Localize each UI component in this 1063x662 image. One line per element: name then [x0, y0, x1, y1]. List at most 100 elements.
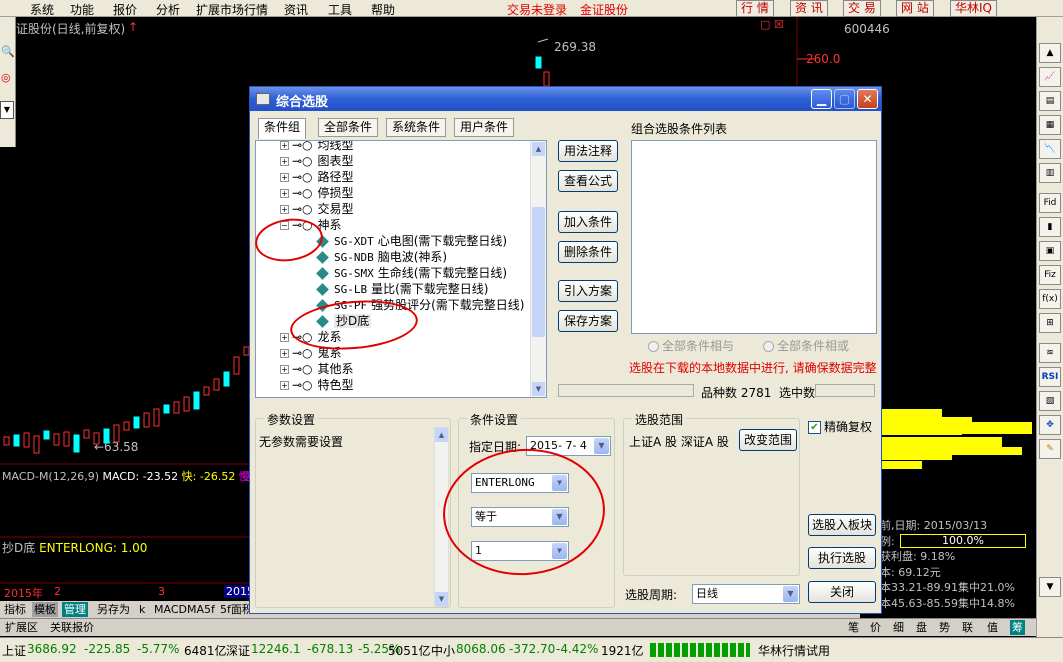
tab-ma5f[interactable]: MA5f [185, 602, 217, 617]
tab-save-as[interactable]: 另存为 [95, 602, 132, 617]
menu-quote[interactable]: 报价 [113, 1, 137, 18]
delete-condition-button[interactable]: 删除条件 [558, 241, 618, 263]
tab-iq-button[interactable]: 华林IQ [950, 0, 997, 17]
rail-rsi-button[interactable]: RSI [1039, 367, 1061, 387]
menu-tools[interactable]: 工具 [328, 1, 352, 18]
execute-button[interactable]: 执行选股 [808, 547, 876, 569]
params-scroll-down-icon[interactable]: ▼ [435, 592, 448, 606]
expand-icon[interactable]: + [280, 157, 289, 166]
scroll-up-icon[interactable]: ▲ [532, 142, 545, 156]
rail-fid-button[interactable]: Fid [1039, 193, 1061, 213]
tab-website-button[interactable]: 网 站 [896, 0, 934, 17]
expand-icon[interactable]: + [280, 173, 289, 182]
rail-table-icon[interactable]: ▥ [1039, 163, 1061, 183]
params-scroll-up-icon[interactable]: ▲ [435, 428, 448, 442]
close-button[interactable]: 关闭 [808, 581, 876, 603]
rail-chart-icon[interactable]: 📈 [1039, 67, 1061, 87]
rail-wave-icon[interactable]: ≋ [1039, 343, 1061, 363]
expand-icon[interactable]: + [280, 365, 289, 374]
tree-leaf[interactable]: SG-LB 量比(需下载完整日线) [316, 281, 489, 297]
tab-link[interactable]: 联 [960, 620, 975, 635]
rail-pin-icon[interactable]: ⊞ [1039, 313, 1061, 333]
tab-value[interactable]: 值 [985, 620, 1000, 635]
tab-stroke[interactable]: 笔 [846, 620, 861, 635]
rail-pencil-icon[interactable]: ✎ [1039, 439, 1061, 459]
rail-move-icon[interactable]: ✥ [1039, 415, 1061, 435]
date-dropdown-icon[interactable]: ▼ [594, 438, 609, 454]
tab-condition-group[interactable]: 条件组 [258, 118, 307, 139]
expand-icon[interactable]: + [280, 381, 289, 390]
tab-all-conditions[interactable]: 全部条件 [318, 118, 379, 137]
tab-expand-area[interactable]: 扩展区 [3, 620, 40, 635]
tab-manage[interactable]: 管理 [62, 602, 88, 617]
radio-and[interactable]: 全部条件相与 [648, 337, 734, 354]
expand-icon[interactable]: + [280, 205, 289, 214]
rail-frame-icon[interactable]: ▣ [1039, 241, 1061, 261]
tree-leaf[interactable]: SG-SMX 生命线(需下载完整日线) [316, 265, 507, 281]
rail-bars-icon[interactable]: ▤ [1039, 91, 1061, 111]
minimize-icon[interactable]: ▁ [811, 89, 832, 109]
tree-group[interactable]: + ⊸○ 其他系 [280, 361, 354, 377]
menu-news[interactable]: 资讯 [284, 1, 308, 18]
change-range-button[interactable]: 改变范围 [739, 429, 797, 451]
period-dropdown-icon[interactable]: ▼ [783, 586, 798, 602]
rail-line-icon[interactable]: 📉 [1039, 139, 1061, 159]
close-icon[interactable]: ✕ [857, 89, 878, 109]
save-plan-button[interactable]: 保存方案 [558, 310, 618, 332]
tree-leaf[interactable]: SG-NDB 脑电波(神系) [316, 249, 447, 265]
tab-indicator[interactable]: 指标 [2, 602, 28, 617]
menu-help[interactable]: 帮助 [371, 1, 395, 18]
tab-detail[interactable]: 细 [891, 620, 906, 635]
rail-down-arrow-icon[interactable]: ▼ [1039, 577, 1061, 597]
tab-user-conditions[interactable]: 用户条件 [454, 118, 515, 137]
tree-group[interactable]: + ⊸○ 特色型 [280, 377, 354, 393]
tab-trade-button[interactable]: 交 易 [843, 0, 881, 17]
rail-grid-icon[interactable]: ▦ [1039, 115, 1061, 135]
tab-linked-quote[interactable]: 关联报价 [48, 620, 96, 635]
expand-icon[interactable]: + [280, 189, 289, 198]
rail-up-arrow-icon[interactable]: ▲ [1039, 43, 1061, 63]
expand-icon[interactable]: + [280, 141, 289, 150]
exact-reweight-checkbox[interactable]: ✔ 精确复权 [808, 418, 872, 435]
tree-scrollbar[interactable]: ▲ ▼ [530, 141, 546, 397]
rail-image-icon[interactable]: ▧ [1039, 391, 1061, 411]
scroll-thumb[interactable] [532, 207, 545, 337]
tab-macd[interactable]: MACD [152, 602, 189, 617]
view-formula-button[interactable]: 查看公式 [558, 170, 618, 192]
tab-quote-button[interactable]: 行 情 [736, 0, 774, 17]
dialog-titlebar[interactable]: 综合选股 ▁ ▢ ✕ [250, 87, 881, 111]
rail-candle-icon[interactable]: ▮ [1039, 217, 1061, 237]
tab-trend[interactable]: 势 [937, 620, 952, 635]
menu-extended-market[interactable]: 扩展市场行情 [196, 1, 268, 18]
tree-group[interactable]: + ⊸○ 停损型 [280, 185, 354, 201]
tree-leaf[interactable]: SG-XDT 心电图(需下载完整日线) [316, 233, 507, 249]
menu-system[interactable]: 系统 [30, 1, 54, 18]
import-plan-button[interactable]: 引入方案 [558, 280, 618, 302]
tree-group[interactable]: + ⊸○ 均线型 [280, 141, 354, 153]
tab-system-conditions[interactable]: 系统条件 [386, 118, 447, 137]
tab-chips[interactable]: 筹 [1010, 620, 1025, 635]
rail-fiz-button[interactable]: Fiz [1039, 265, 1061, 285]
tab-price[interactable]: 价 [868, 620, 883, 635]
scroll-down-icon[interactable]: ▼ [532, 382, 545, 396]
expand-icon[interactable]: + [280, 333, 289, 342]
login-status[interactable]: 交易未登录 [507, 1, 567, 18]
tab-k[interactable]: k [137, 602, 147, 617]
tree-group[interactable]: + ⊸○ 图表型 [280, 153, 354, 169]
usage-notes-button[interactable]: 用法注释 [558, 140, 618, 162]
condition-list[interactable] [631, 140, 877, 334]
maximize-icon[interactable]: ▢ [834, 89, 855, 109]
tree-group[interactable]: + ⊸○ 交易型 [280, 201, 354, 217]
add-condition-button[interactable]: 加入条件 [558, 211, 618, 233]
tab-book[interactable]: 盘 [914, 620, 929, 635]
menu-function[interactable]: 功能 [70, 1, 94, 18]
add-to-board-button[interactable]: 选股入板块 [808, 514, 876, 536]
condition-tree[interactable]: + ⊸○ 均线型 + ⊸○ 图表型 + ⊸○ 路径型 + ⊸○ 停损型 + ⊸○ 交易型 − ⊸○ 神系 SG-XD… [255, 140, 547, 398]
radio-or[interactable]: 全部条件相或 [763, 337, 849, 354]
tab-template[interactable]: 模板 [32, 602, 58, 617]
period-select[interactable]: 日线 ▼ [692, 584, 800, 604]
menu-analysis[interactable]: 分析 [156, 1, 180, 18]
rail-fx-button[interactable]: f(x) [1039, 289, 1061, 309]
expand-icon[interactable]: + [280, 349, 289, 358]
tree-group[interactable]: + ⊸○ 路径型 [280, 169, 354, 185]
